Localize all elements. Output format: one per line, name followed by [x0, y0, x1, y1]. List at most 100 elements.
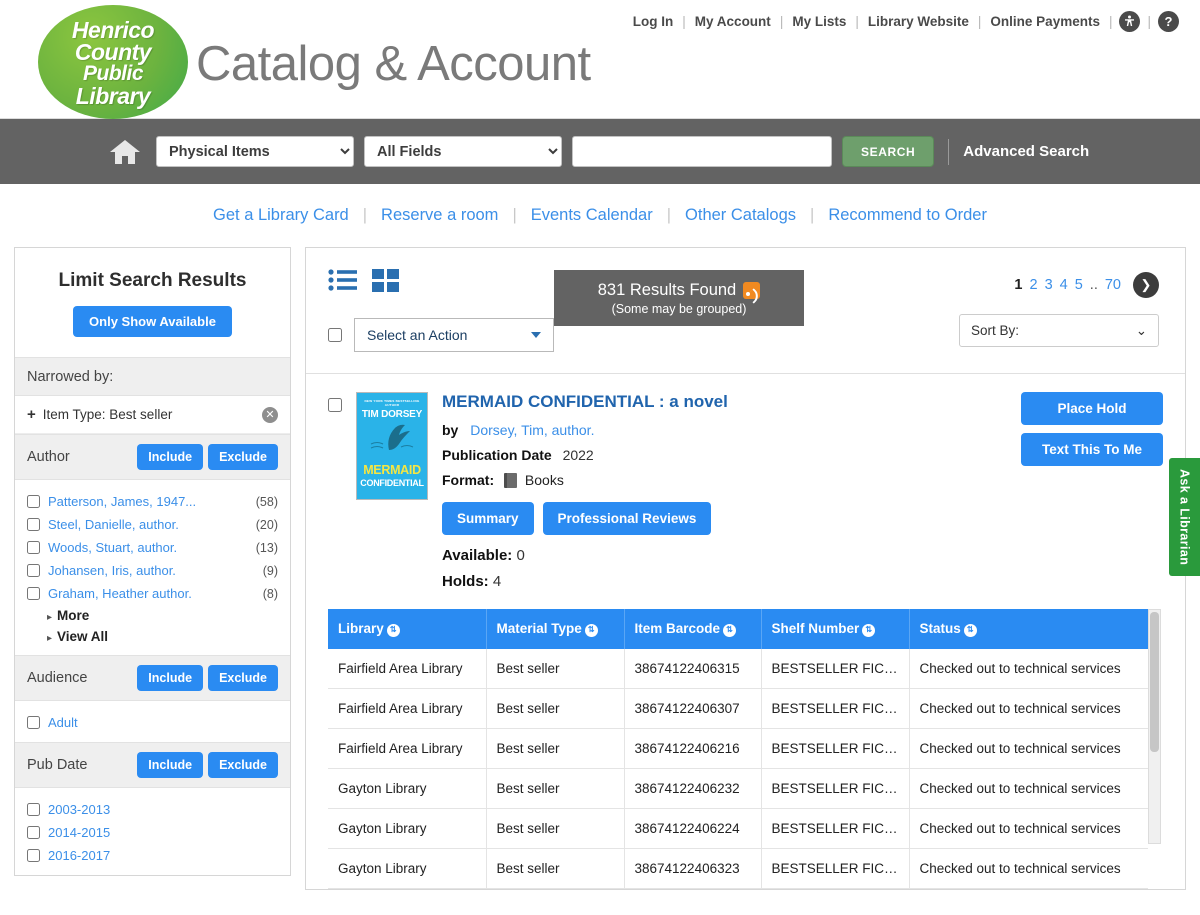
facet-label[interactable]: Patterson, James, 1947... — [48, 494, 256, 509]
page-1[interactable]: 1 — [1014, 277, 1022, 293]
search-field-select[interactable]: All Fields — [364, 136, 562, 167]
tab-summary[interactable]: Summary — [442, 502, 534, 535]
topnav-item-my-lists[interactable]: My Lists — [783, 14, 855, 29]
sort-icon[interactable]: ⇅ — [723, 624, 737, 637]
column-header-status[interactable]: Status ⇅ — [909, 609, 1148, 649]
facet-label[interactable]: 2003-2013 — [48, 802, 278, 817]
record-actions: Place Hold Text This To Me — [1021, 392, 1163, 466]
facet-label[interactable]: Woods, Stuart, author. — [48, 540, 256, 555]
holdings-scrollbar[interactable] — [1148, 609, 1161, 844]
only-show-available-button[interactable]: Only Show Available — [73, 306, 232, 337]
facet-label[interactable]: Graham, Heather author. — [48, 586, 263, 601]
quicklink-events-calendar[interactable]: Events Calendar — [517, 206, 667, 225]
facet-option[interactable]: 2003-2013 — [15, 798, 290, 821]
sort-by-select[interactable]: Sort By: ⌄ — [959, 314, 1159, 347]
sort-icon[interactable]: ⇅ — [862, 624, 876, 637]
list-view-icon[interactable] — [328, 268, 358, 298]
accessibility-icon[interactable] — [1119, 11, 1141, 32]
facet-view-all-author[interactable]: ▸ View All — [15, 626, 290, 647]
home-icon[interactable] — [108, 138, 142, 166]
facet-option[interactable]: Graham, Heather author. (8) — [15, 582, 290, 605]
help-icon[interactable]: ? — [1158, 11, 1179, 32]
facet-list-author: Patterson, James, 1947... (58) Steel, Da… — [15, 480, 290, 655]
facet-checkbox[interactable] — [27, 849, 40, 862]
facet-include-audience[interactable]: Include — [137, 665, 204, 691]
sort-icon[interactable]: ⇅ — [386, 624, 400, 637]
facet-checkbox[interactable] — [27, 564, 40, 577]
facet-label[interactable]: Johansen, Iris, author. — [48, 563, 263, 578]
record-checkbox-wrap — [328, 392, 342, 599]
library-logo[interactable]: Henrico County Public Library — [38, 5, 188, 119]
text-this-to-me-button[interactable]: Text This To Me — [1021, 433, 1163, 466]
facet-include-pub-date[interactable]: Include — [137, 752, 204, 778]
facet-checkbox[interactable] — [27, 587, 40, 600]
rss-icon[interactable] — [743, 282, 761, 299]
facet-exclude-author[interactable]: Exclude — [208, 444, 278, 470]
topnav-item-my-account[interactable]: My Account — [686, 14, 780, 29]
page-5[interactable]: 5 — [1075, 277, 1083, 293]
search-input[interactable] — [572, 136, 832, 167]
record-author-link[interactable]: Dorsey, Tim, author. — [470, 422, 594, 438]
facet-include-author[interactable]: Include — [137, 444, 204, 470]
cover-blurb: NEW YORK TIMES BESTSELLING AUTHOR — [364, 399, 420, 407]
facet-checkbox[interactable] — [27, 541, 40, 554]
facet-option[interactable]: 2014-2015 — [15, 821, 290, 844]
topnav-item-library-website[interactable]: Library Website — [859, 14, 978, 29]
format-value: Books — [524, 472, 564, 488]
facet-exclude-pub-date[interactable]: Exclude — [208, 752, 278, 778]
logo-line-2: County — [74, 39, 152, 66]
page-4[interactable]: 4 — [1060, 277, 1068, 293]
search-button[interactable]: SEARCH — [842, 136, 935, 167]
cell-material-type: Best seller — [486, 688, 625, 729]
facet-option[interactable]: Patterson, James, 1947... (58) — [15, 490, 290, 513]
quicklink-reserve-a-room[interactable]: Reserve a room — [367, 206, 512, 225]
search-format-select[interactable]: Physical Items — [156, 136, 354, 167]
cell-status: Checked out to technical services — [909, 649, 1148, 689]
results-panel: 831 Results Found (Some may be grouped) … — [305, 247, 1186, 890]
ask-a-librarian-tab[interactable]: Ask a Librarian — [1169, 458, 1200, 576]
quicklink-get-a-library-card[interactable]: Get a Library Card — [199, 206, 363, 225]
tab-professional-reviews[interactable]: Professional Reviews — [542, 502, 712, 535]
facet-option[interactable]: 2016-2017 — [15, 844, 290, 867]
grid-view-icon[interactable] — [372, 268, 400, 298]
page-2[interactable]: 2 — [1029, 277, 1037, 293]
facet-option[interactable]: Adult — [15, 711, 290, 734]
facet-option[interactable]: Steel, Danielle, author. (20) — [15, 513, 290, 536]
sort-icon[interactable]: ⇅ — [584, 624, 598, 637]
facet-checkbox[interactable] — [27, 716, 40, 729]
facet-label[interactable]: Steel, Danielle, author. — [48, 517, 256, 532]
page-3[interactable]: 3 — [1045, 277, 1053, 293]
select-action-dropdown[interactable]: Select an Action — [354, 318, 554, 352]
quicklink-recommend-to-order[interactable]: Recommend to Order — [814, 206, 1001, 225]
column-header-library[interactable]: Library ⇅ — [328, 609, 487, 649]
remove-filter-icon[interactable]: ✕ — [262, 406, 278, 423]
next-page-icon[interactable]: ❯ — [1133, 272, 1159, 298]
pagination: 1 2 3 4 5 .. 70 ❯ — [1014, 272, 1159, 298]
select-all-checkbox[interactable] — [328, 328, 342, 342]
facet-checkbox[interactable] — [27, 495, 40, 508]
record-checkbox[interactable] — [328, 398, 342, 412]
column-header-item-barcode[interactable]: Item Barcode ⇅ — [624, 609, 762, 649]
facet-checkbox[interactable] — [27, 518, 40, 531]
facet-checkbox[interactable] — [27, 803, 40, 816]
facet-label[interactable]: 2016-2017 — [48, 848, 278, 863]
advanced-search-link[interactable]: Advanced Search — [963, 143, 1089, 160]
column-header-shelf-number[interactable]: Shelf Number ⇅ — [761, 609, 910, 649]
column-header-material-type[interactable]: Material Type ⇅ — [486, 609, 625, 649]
place-hold-button[interactable]: Place Hold — [1021, 392, 1163, 425]
facet-checkbox[interactable] — [27, 826, 40, 839]
facet-more-author[interactable]: ▸ More — [15, 605, 290, 626]
holdings-scrollbar-thumb[interactable] — [1150, 612, 1159, 752]
facet-option[interactable]: Woods, Stuart, author. (13) — [15, 536, 290, 559]
quick-links-bar: Get a Library Card | Reserve a room | Ev… — [0, 184, 1200, 247]
topnav-item-login[interactable]: Log In — [624, 14, 683, 29]
page-last[interactable]: 70 — [1105, 277, 1121, 293]
facet-label[interactable]: Adult — [48, 715, 278, 730]
book-cover-image[interactable]: NEW YORK TIMES BESTSELLING AUTHOR TIM DO… — [356, 392, 428, 500]
sort-icon[interactable]: ⇅ — [963, 624, 977, 637]
facet-exclude-audience[interactable]: Exclude — [208, 665, 278, 691]
facet-label[interactable]: 2014-2015 — [48, 825, 278, 840]
topnav-item-online-payments[interactable]: Online Payments — [981, 14, 1109, 29]
quicklink-other-catalogs[interactable]: Other Catalogs — [671, 206, 810, 225]
facet-option[interactable]: Johansen, Iris, author. (9) — [15, 559, 290, 582]
